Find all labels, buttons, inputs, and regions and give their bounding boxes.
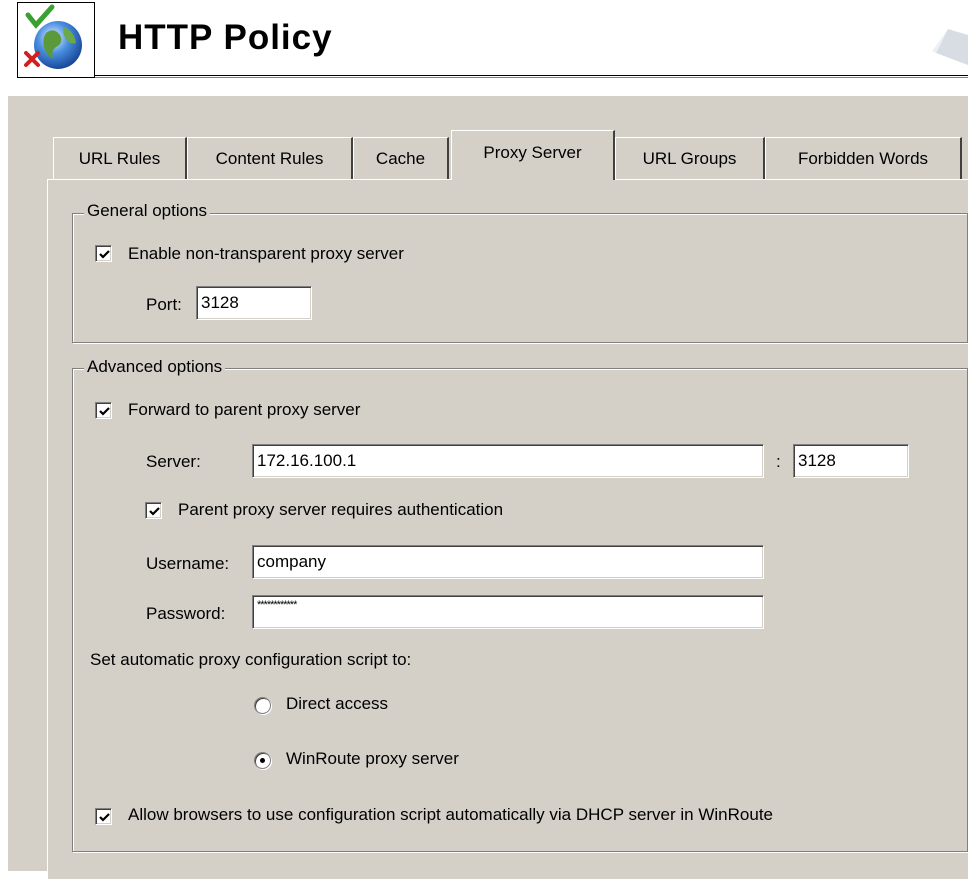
tab-forbidden-words[interactable]: Forbidden Words — [765, 137, 962, 179]
page-title: HTTP Policy — [118, 18, 333, 57]
general-options-group — [72, 213, 968, 343]
globe-check-icon — [24, 4, 82, 69]
header-divider-shadow — [95, 77, 968, 78]
server-label: Server: — [146, 452, 201, 471]
direct-access-radio[interactable] — [254, 697, 271, 714]
username-input[interactable]: company — [252, 545, 764, 579]
allow-dhcp-checkbox[interactable] — [95, 808, 112, 825]
forward-parent-checkbox[interactable] — [95, 402, 112, 419]
auth-required-checkbox[interactable] — [145, 502, 162, 519]
auth-required-label: Parent proxy server requires authenticat… — [178, 500, 504, 519]
password-input[interactable]: ************ — [252, 595, 764, 629]
port-label: Port: — [146, 295, 182, 314]
password-label: Password: — [146, 604, 226, 623]
winroute-proxy-label: WinRoute proxy server — [286, 749, 459, 768]
winroute-proxy-radio[interactable] — [254, 752, 271, 769]
forward-parent-label: Forward to parent proxy server — [128, 400, 361, 419]
enable-proxy-checkbox[interactable] — [95, 245, 112, 262]
server-input[interactable]: 172.16.100.1 — [252, 444, 764, 478]
server-port-input[interactable]: 3128 — [793, 444, 909, 478]
port-input[interactable]: 3128 — [196, 286, 312, 320]
username-label: Username: — [146, 554, 230, 573]
server-port-separator: : — [776, 452, 781, 471]
header-divider — [95, 75, 968, 76]
tab-proxy-server[interactable]: Proxy Server — [451, 130, 615, 180]
general-options-legend: General options — [84, 201, 211, 221]
enable-proxy-label: Enable non-transparent proxy server — [128, 244, 404, 263]
tab-url-groups[interactable]: URL Groups — [615, 137, 765, 179]
radio-selected-dot — [260, 758, 265, 763]
app-icon — [17, 2, 95, 78]
allow-dhcp-label: Allow browsers to use configuration scri… — [128, 805, 773, 824]
tab-url-rules[interactable]: URL Rules — [53, 137, 187, 179]
decorative-shape-icon — [932, 29, 968, 65]
script-config-label: Set automatic proxy configuration script… — [90, 650, 412, 669]
direct-access-label: Direct access — [286, 694, 389, 713]
tab-cache[interactable]: Cache — [353, 137, 449, 179]
advanced-options-legend: Advanced options — [84, 357, 226, 377]
tab-content-rules[interactable]: Content Rules — [187, 137, 353, 179]
